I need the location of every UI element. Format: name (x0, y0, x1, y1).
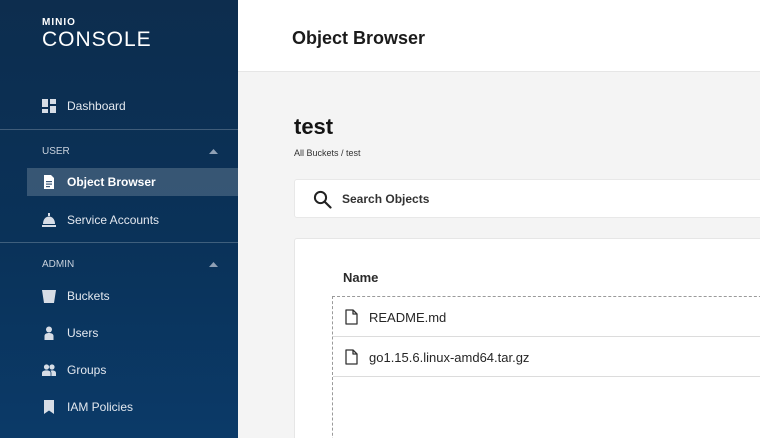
file-name: README.md (369, 310, 447, 325)
sidebar-item-service-accounts[interactable]: Service Accounts (0, 206, 238, 234)
sidebar-item-label: Dashboard (67, 99, 126, 113)
sidebar-item-buckets[interactable]: Buckets (0, 282, 238, 310)
file-icon (345, 309, 358, 325)
sidebar-divider (0, 129, 238, 130)
logo-product: CONSOLE (42, 28, 152, 51)
sidebar-item-label: Users (67, 326, 99, 340)
user-section-header[interactable]: USER (42, 143, 218, 159)
search-input[interactable] (342, 188, 742, 210)
bucket-icon (42, 289, 56, 303)
file-icon (345, 349, 358, 365)
sidebar-item-label: Service Accounts (67, 213, 160, 227)
user-icon (42, 326, 56, 340)
app-window: MINIO CONSOLE Dashboard USER Object Brow… (0, 0, 760, 438)
sidebar-item-users[interactable]: Users (0, 319, 238, 347)
table-row[interactable]: README.md (333, 297, 760, 337)
breadcrumb[interactable]: All Buckets / test (294, 148, 361, 158)
section-label: ADMIN (42, 258, 75, 270)
sidebar-item-iam-policies[interactable]: IAM Policies (0, 393, 238, 421)
admin-section-header[interactable]: ADMIN (42, 256, 218, 272)
table-body: README.md go1.15.6.linux-amd64.tar.gz (332, 296, 760, 438)
search-icon (313, 190, 332, 209)
page-title: Object Browser (292, 28, 426, 48)
search-bar (294, 179, 760, 218)
sidebar-item-object-browser[interactable]: Object Browser (27, 168, 238, 196)
chevron-up-icon (209, 148, 218, 154)
sidebar-item-label: Object Browser (67, 175, 156, 189)
logo-brand: MINIO (42, 17, 76, 28)
sidebar-item-label: Groups (67, 363, 107, 377)
sidebar-item-label: IAM Policies (67, 400, 134, 414)
group-icon (42, 363, 56, 377)
service-bell-icon (42, 213, 56, 227)
objects-table: Name README.md go1.15.6.linux-amd64.tar.… (294, 238, 760, 438)
sidebar-item-groups[interactable]: Groups (0, 356, 238, 384)
file-icon (42, 175, 56, 189)
section-label: USER (42, 145, 70, 157)
top-bar: Object Browser (238, 0, 760, 72)
column-header-name[interactable]: Name (343, 270, 378, 285)
table-row[interactable]: go1.15.6.linux-amd64.tar.gz (333, 337, 760, 377)
chevron-up-icon (209, 261, 218, 267)
sidebar-divider (0, 242, 238, 243)
sidebar: MINIO CONSOLE Dashboard USER Object Brow… (0, 0, 238, 438)
minio-console-logo[interactable]: MINIO CONSOLE (42, 18, 152, 51)
sidebar-item-label: Buckets (67, 289, 110, 303)
dashboard-icon (42, 99, 56, 113)
bookmark-icon (42, 400, 56, 414)
file-name: go1.15.6.linux-amd64.tar.gz (369, 350, 530, 365)
bucket-title: test (294, 114, 334, 139)
sidebar-item-dashboard[interactable]: Dashboard (0, 92, 238, 120)
